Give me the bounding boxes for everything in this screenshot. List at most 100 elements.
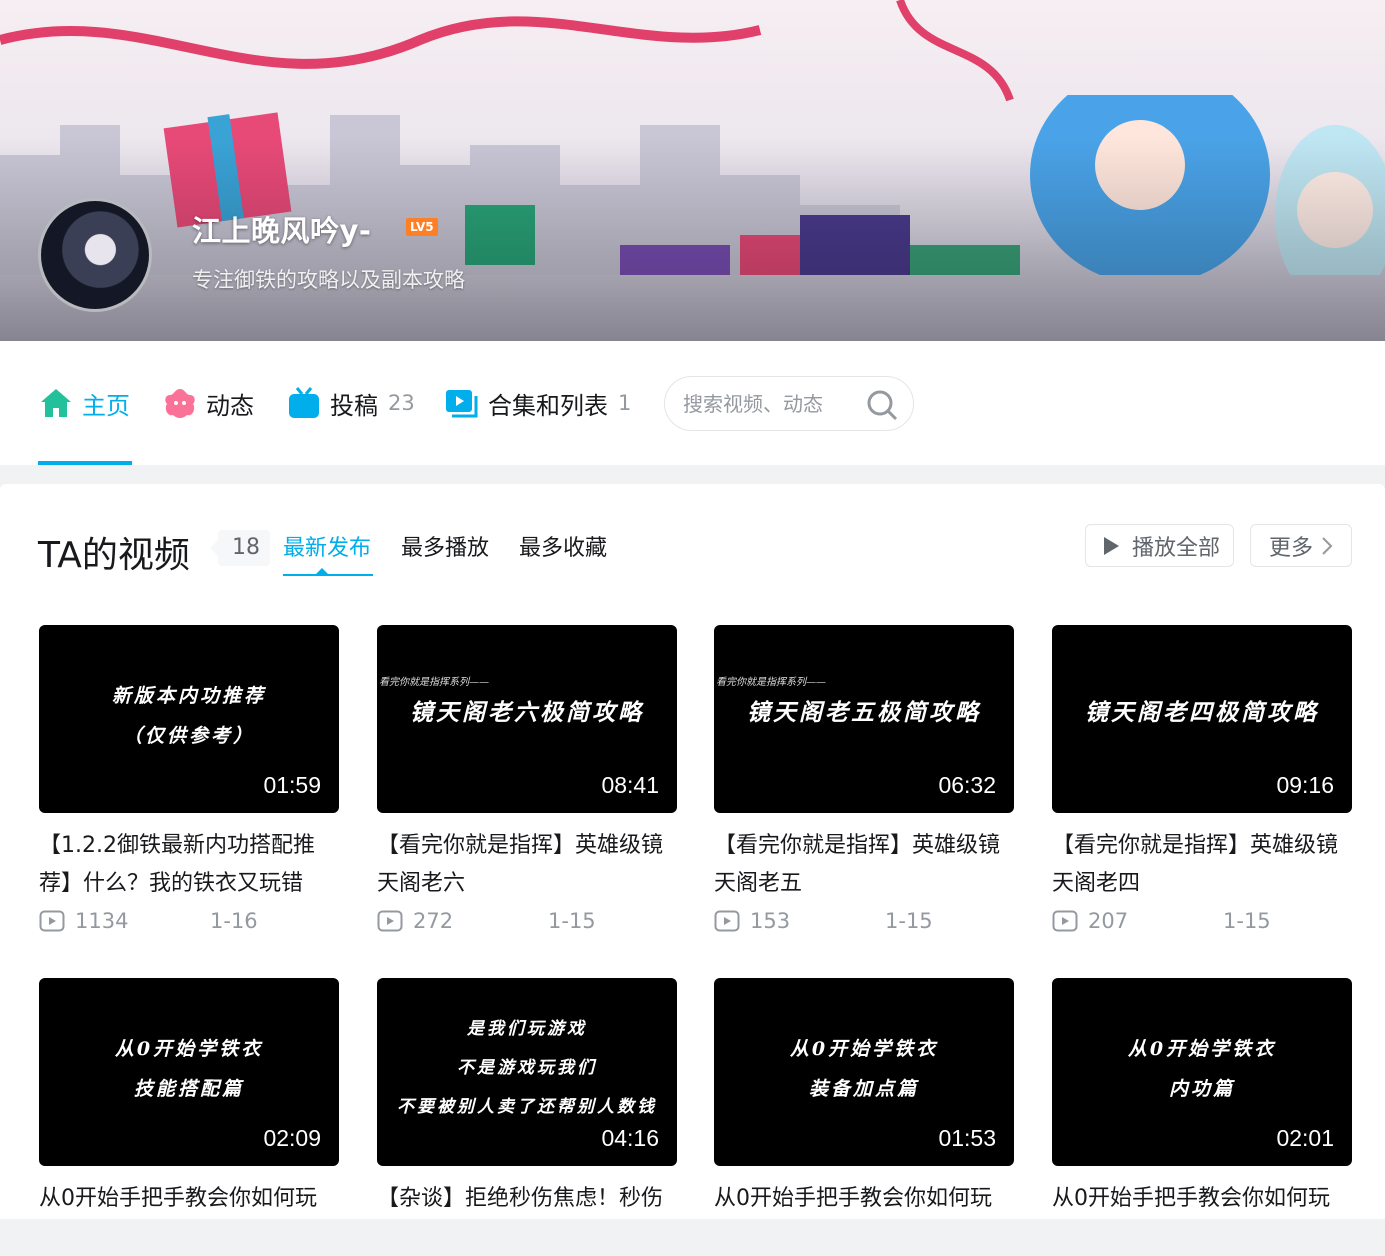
video-card[interactable]: 看完你就是指挥系列—— 镜天阁老五极简攻略 06:32 【看完你就是指挥】英雄级镜天…	[714, 625, 1014, 933]
play-count-icon	[377, 910, 403, 932]
play-count: 207	[1088, 909, 1129, 933]
more-label: 更多	[1269, 535, 1314, 561]
tab-dynamic[interactable]: 动态	[162, 375, 254, 431]
video-duration: 09:16	[1276, 772, 1334, 798]
video-duration: 01:59	[263, 772, 321, 798]
video-thumbnail[interactable]: 看完你就是指挥系列—— 镜天阁老六极简攻略 08:41	[377, 625, 677, 813]
video-card[interactable]: 看完你就是指挥系列—— 镜天阁老六极简攻略 08:41 【看完你就是指挥】英雄级镜天…	[377, 625, 677, 933]
video-thumbnail[interactable]: 镜天阁老四极简攻略 09:16	[1052, 625, 1352, 813]
publish-date: 1-15	[885, 909, 933, 933]
videos-panel: TA的视频 18 最新发布 最多播放 最多收藏 播放全部 更多 新版本内功推荐 （…	[0, 484, 1385, 1219]
home-icon	[38, 385, 74, 421]
video-thumbnail[interactable]: 从0开始学铁衣 装备加点篇 01:53	[714, 978, 1014, 1166]
thumb-caption-line: 新版本内功推荐	[111, 685, 266, 707]
video-title[interactable]: 从0开始手把手教会你如何玩	[39, 1180, 339, 1256]
thumb-caption-small: 看完你就是指挥系列——	[716, 677, 826, 688]
play-count: 1134	[75, 909, 129, 933]
video-count-badge: 18	[210, 530, 270, 566]
tab-underline	[283, 574, 373, 576]
tab-home-label: 主页	[82, 391, 130, 420]
video-title[interactable]: 从0开始手把手教会你如何玩	[1052, 1180, 1352, 1256]
video-thumbnail[interactable]: 从0开始学铁衣 技能搭配篇 02:09	[39, 978, 339, 1166]
video-card[interactable]: 从0开始学铁衣 装备加点篇 01:53 从0开始手把手教会你如何玩	[714, 978, 1014, 1256]
more-button[interactable]: 更多	[1250, 524, 1352, 567]
thumb-caption-small: 看完你就是指挥系列——	[379, 677, 489, 688]
tab-collections[interactable]: 合集和列表 1	[444, 375, 631, 431]
thumb-caption-line: 从0开始学铁衣	[1127, 1038, 1277, 1060]
tab-home[interactable]: 主页	[38, 375, 130, 431]
play-count: 153	[750, 909, 791, 933]
search-input[interactable]	[683, 391, 853, 416]
video-thumbnail[interactable]: 从0开始学铁衣 内功篇 02:01	[1052, 978, 1352, 1166]
video-card[interactable]: 从0开始学铁衣 技能搭配篇 02:09 从0开始手把手教会你如何玩	[39, 978, 339, 1256]
thumb-caption-line: 不要被别人卖了还帮别人数钱	[397, 1097, 657, 1117]
thumb-caption-line: 镜天阁老五极简攻略	[747, 699, 981, 726]
video-duration: 04:16	[601, 1125, 659, 1151]
avatar[interactable]	[38, 198, 152, 312]
video-meta: 207 1-15	[1052, 909, 1352, 933]
video-duration: 02:01	[1276, 1125, 1334, 1151]
video-card[interactable]: 新版本内功推荐 （仅供参考） 01:59 【1.2.2御铁最新内功搭配推荐】什么？我…	[39, 625, 339, 933]
video-meta: 1134 1-16	[39, 909, 339, 933]
play-icon	[1104, 536, 1119, 555]
video-duration: 01:53	[938, 1125, 996, 1151]
play-count-icon	[1052, 910, 1078, 932]
thumb-caption-line: 是我们玩游戏	[467, 1019, 587, 1039]
tab-uploads[interactable]: 投稿 23	[286, 375, 415, 431]
publish-date: 1-16	[210, 909, 258, 933]
video-title[interactable]: 【杂谈】拒绝秒伤焦虑！秒伤	[377, 1180, 677, 1256]
play-all-label: 播放全部	[1132, 535, 1221, 561]
video-thumbnail[interactable]: 看完你就是指挥系列—— 镜天阁老五极简攻略 06:32	[714, 625, 1014, 813]
video-thumbnail[interactable]: 新版本内功推荐 （仅供参考） 01:59	[39, 625, 339, 813]
thumb-caption-line: 技能搭配篇	[133, 1078, 244, 1100]
tab-uploads-count: 23	[388, 391, 415, 415]
video-card[interactable]: 是我们玩游戏 不是游戏玩我们不要被别人卖了还帮别人数钱 04:16 【杂谈】拒绝秒伤…	[377, 978, 677, 1256]
video-title[interactable]: 【看完你就是指挥】英雄级镜天阁老五	[714, 827, 1014, 903]
user-sign: 专注御铁的攻略以及副本攻略	[192, 268, 465, 292]
video-card[interactable]: 从0开始学铁衣 内功篇 02:01 从0开始手把手教会你如何玩	[1052, 978, 1352, 1256]
thumb-caption-line: 从0开始学铁衣	[114, 1038, 264, 1060]
tab-most-favorited[interactable]: 最多收藏	[519, 530, 607, 562]
video-duration: 06:32	[938, 772, 996, 798]
video-thumbnail[interactable]: 是我们玩游戏 不是游戏玩我们不要被别人卖了还帮别人数钱 04:16	[377, 978, 677, 1166]
tab-latest[interactable]: 最新发布	[283, 530, 371, 562]
active-tab-indicator	[38, 461, 132, 465]
thumb-caption-line: 不是游戏玩我们	[457, 1058, 597, 1078]
thumb-caption-line: 装备加点篇	[808, 1078, 919, 1100]
tv-icon	[286, 385, 322, 421]
video-title[interactable]: 【看完你就是指挥】英雄级镜天阁老四	[1052, 827, 1352, 903]
video-title[interactable]: 【1.2.2御铁最新内功搭配推荐】什么？我的铁衣又玩错	[39, 827, 339, 903]
video-title[interactable]: 【看完你就是指挥】英雄级镜天阁老六	[377, 827, 677, 903]
thumb-caption-line: 从0开始学铁衣	[789, 1038, 939, 1060]
video-title[interactable]: 从0开始手把手教会你如何玩	[714, 1180, 1014, 1256]
tab-collections-count: 1	[618, 391, 632, 415]
video-duration: 02:09	[263, 1125, 321, 1151]
tab-dynamic-label: 动态	[206, 391, 254, 420]
dynamic-icon	[162, 385, 198, 421]
collection-icon	[444, 385, 480, 421]
thumb-caption-line: 内功篇	[1168, 1078, 1235, 1100]
level-badge: LV5	[406, 218, 438, 236]
video-meta: 153 1-15	[714, 909, 1014, 933]
publish-date: 1-15	[548, 909, 596, 933]
tab-uploads-label: 投稿	[330, 391, 378, 420]
play-count: 272	[413, 909, 454, 933]
play-count-icon	[39, 910, 65, 932]
tab-collections-label: 合集和列表	[488, 391, 608, 420]
publish-date: 1-15	[1223, 909, 1271, 933]
username[interactable]: 江上晚风吟y-	[192, 208, 371, 250]
play-all-button[interactable]: 播放全部	[1085, 524, 1234, 567]
play-count-icon	[714, 910, 740, 932]
tab-most-played[interactable]: 最多播放	[401, 530, 489, 562]
profile-banner: 江上晚风吟y- LV5 专注御铁的攻略以及副本攻略	[0, 0, 1385, 341]
thumb-caption-line: 镜天阁老六极简攻略	[410, 699, 644, 726]
thumb-caption-line: （仅供参考）	[122, 725, 255, 747]
video-duration: 08:41	[601, 772, 659, 798]
video-card[interactable]: 镜天阁老四极简攻略 09:16 【看完你就是指挥】英雄级镜天阁老四 207 1-1…	[1052, 625, 1352, 933]
thumb-caption-line: 镜天阁老四极简攻略	[1085, 699, 1319, 726]
search-icon[interactable]	[865, 388, 899, 422]
chevron-right-icon	[1322, 536, 1333, 555]
section-title: TA的视频	[38, 535, 190, 576]
profile-navbar: 主页 动态 投稿 23 合集和列表 1	[0, 341, 1385, 465]
video-meta: 272 1-15	[377, 909, 677, 933]
